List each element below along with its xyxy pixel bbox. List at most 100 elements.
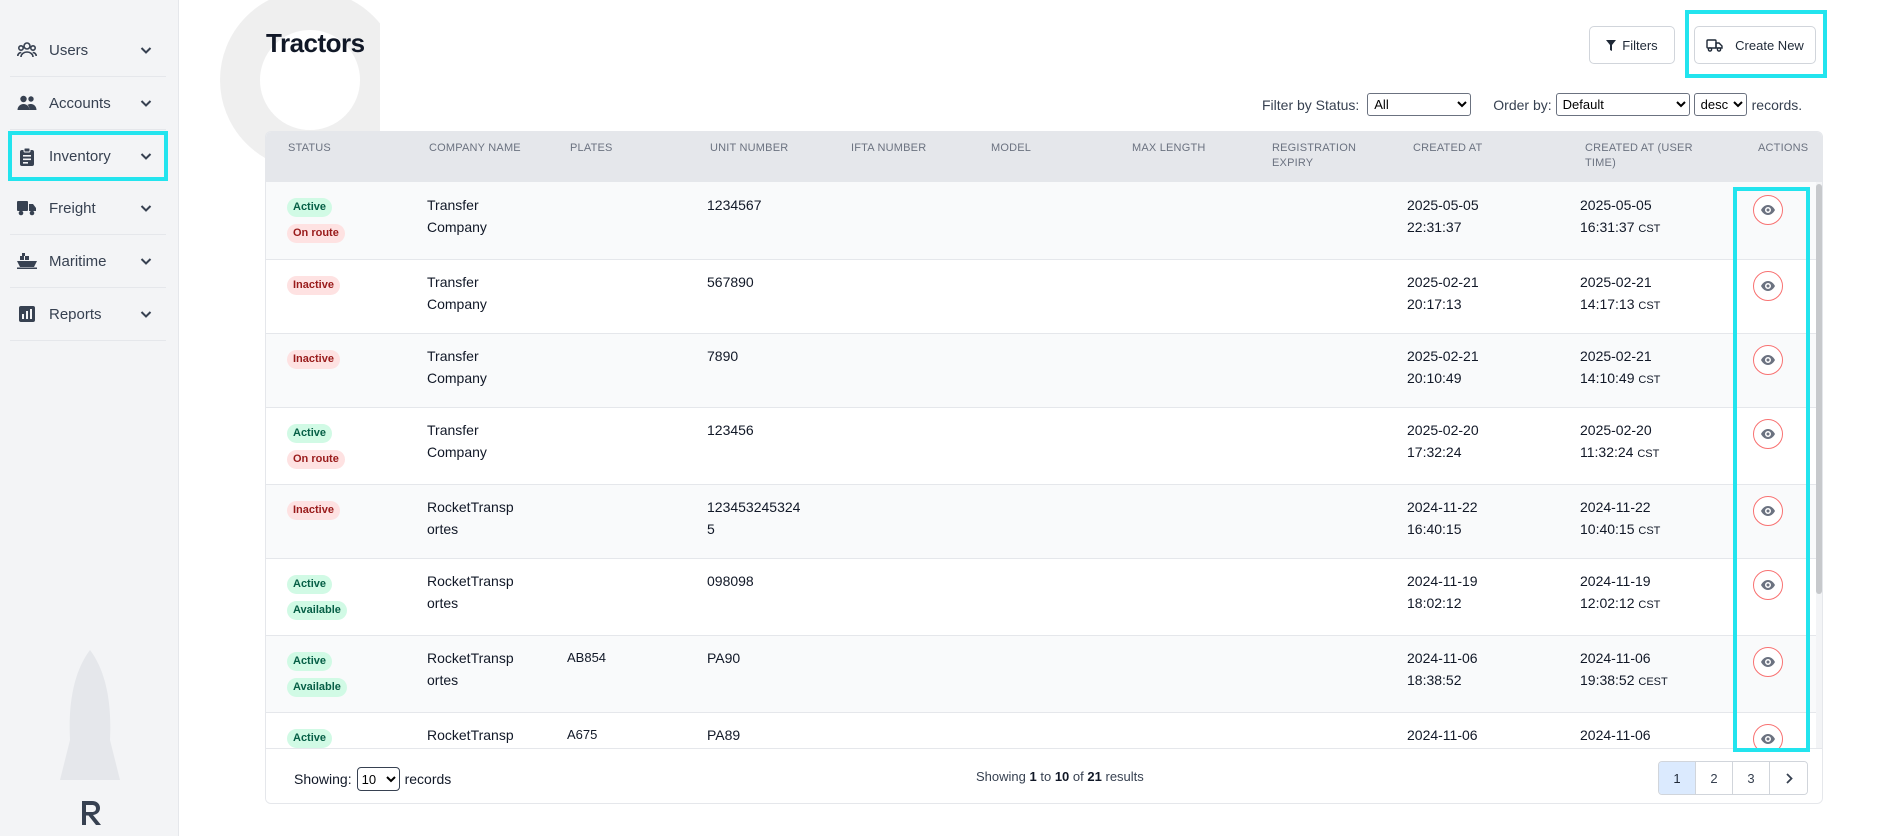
eye-icon xyxy=(1761,281,1775,291)
column-header-max-length: MAX LENGTH xyxy=(1132,142,1206,154)
view-button[interactable] xyxy=(1753,496,1783,526)
column-header-registration-expiry: REGISTRATION EXPIRY xyxy=(1272,142,1357,169)
status-badges: Inactive xyxy=(287,350,340,376)
chevron-down-icon xyxy=(140,311,152,318)
view-button[interactable] xyxy=(1753,419,1783,449)
table-row: Active On route Transfer Company 123456 … xyxy=(266,408,1822,485)
eye-icon xyxy=(1761,429,1775,439)
table-footer: Showing: 10 records Showing 1 to 10 of 2… xyxy=(266,748,1822,803)
sidebar-item-freight[interactable]: Freight xyxy=(10,182,166,235)
ship-icon xyxy=(17,251,37,271)
plates-cell: A675 xyxy=(567,727,598,742)
page-size-select[interactable]: 10 xyxy=(356,767,400,791)
status-badge: On route xyxy=(287,224,345,243)
table-row: Inactive RocketTransportes 1234532453245… xyxy=(266,485,1822,559)
status-badges: Active Available xyxy=(287,652,347,704)
page-button-3[interactable]: 3 xyxy=(1733,762,1770,794)
status-badge: Active xyxy=(287,198,333,217)
status-badge: Active xyxy=(287,652,333,671)
view-button[interactable] xyxy=(1753,345,1783,375)
created-at-cell: 2025-02-20 17:32:24 xyxy=(1407,422,1479,460)
created-at-cell: 2024-11-06 18:38:52 xyxy=(1407,650,1478,688)
tractors-table: STATUS COMPANY NAME PLATES UNIT NUMBER I… xyxy=(265,131,1823,804)
clipboard-icon xyxy=(17,146,37,166)
company-name-cell: Transfer Company xyxy=(427,274,487,312)
status-badge: Inactive xyxy=(287,350,340,369)
unit-number-cell: PA89 xyxy=(707,727,741,743)
sidebar-item-label: Accounts xyxy=(49,94,111,112)
sidebar-item-accounts[interactable]: Accounts xyxy=(10,77,166,130)
company-name-cell: Transfer Company xyxy=(427,348,487,386)
view-button[interactable] xyxy=(1753,724,1783,748)
eye-icon xyxy=(1761,506,1775,516)
order-direction-select[interactable]: desc xyxy=(1693,93,1747,116)
page-button-1[interactable]: 1 xyxy=(1659,762,1696,794)
column-header-created-at-user-time: CREATED AT (USER TIME) xyxy=(1585,142,1693,169)
view-button[interactable] xyxy=(1753,195,1783,225)
chart-icon xyxy=(17,304,37,324)
status-filter-select[interactable]: All xyxy=(1367,93,1472,116)
order-by-select[interactable]: Default xyxy=(1555,93,1690,116)
unit-number-cell: 567890 xyxy=(707,274,754,290)
status-filter-label: Filter by Status: xyxy=(1262,96,1360,113)
created-at-cell: 2024-11-06 xyxy=(1407,727,1478,743)
created-at-user-time-cell: 2025-05-05 16:31:37 CST xyxy=(1580,197,1661,235)
status-badge: Active xyxy=(287,575,333,594)
status-badges: Active On route xyxy=(287,198,345,250)
created-at-user-time-cell: 2024-11-06 xyxy=(1580,727,1651,743)
people-icon xyxy=(17,93,37,113)
sidebar: Users Accounts Inventory Freight Maritim… xyxy=(0,0,179,836)
chevron-down-icon xyxy=(140,258,152,265)
company-name-cell: Transfer Company xyxy=(427,422,487,460)
unit-number-cell: 123456 xyxy=(707,422,754,438)
status-badge: Active xyxy=(287,424,333,443)
truck-icon xyxy=(17,198,37,218)
sidebar-item-label: Inventory xyxy=(49,147,111,165)
page-size-control: Showing: 10 records xyxy=(294,767,451,791)
status-badge: Inactive xyxy=(287,501,340,520)
unit-number-cell: 1234532453245 xyxy=(707,499,801,537)
status-badges: Inactive xyxy=(287,276,340,302)
column-header-actions: ACTIONS xyxy=(1758,142,1809,154)
column-header-created-at: CREATED AT xyxy=(1413,142,1483,154)
created-at-user-time-cell: 2025-02-20 11:32:24 CST xyxy=(1580,422,1660,460)
created-at-cell: 2024-11-19 18:02:12 xyxy=(1407,573,1478,611)
sidebar-nav: Users Accounts Inventory Freight Maritim… xyxy=(8,24,168,341)
view-button[interactable] xyxy=(1753,570,1783,600)
status-badges: Inactive xyxy=(287,501,340,527)
created-at-user-time-cell: 2024-11-22 10:40:15 CST xyxy=(1580,499,1661,537)
table-row: Active On route Transfer Company 1234567… xyxy=(266,182,1822,260)
chevron-down-icon xyxy=(140,153,152,160)
sidebar-item-inventory[interactable]: Inventory xyxy=(8,131,168,181)
unit-number-cell: 1234567 xyxy=(707,197,762,213)
view-button[interactable] xyxy=(1753,647,1783,677)
sidebar-item-maritime[interactable]: Maritime xyxy=(10,235,166,288)
company-name-cell: Transfer Company xyxy=(427,197,487,235)
unit-number-cell: PA90 xyxy=(707,650,741,666)
company-name-cell: RocketTransportes xyxy=(427,499,514,537)
records-label: records xyxy=(404,771,452,787)
order-by-label: Order by: xyxy=(1493,96,1552,113)
chevron-down-icon xyxy=(140,205,152,212)
plates-cell: AB854 xyxy=(567,650,607,665)
table-row: Active Available RocketTransportes AB854… xyxy=(266,636,1822,713)
sidebar-item-label: Freight xyxy=(49,199,96,217)
status-badge: On route xyxy=(287,450,345,469)
status-badges: Active xyxy=(287,729,333,748)
page-button-2[interactable]: 2 xyxy=(1696,762,1733,794)
sidebar-item-reports[interactable]: Reports xyxy=(10,288,166,341)
rocket-watermark-icon xyxy=(60,650,120,780)
table-scrollbar-thumb[interactable] xyxy=(1816,184,1822,594)
next-page-button[interactable] xyxy=(1770,762,1807,794)
filter-bar: Filter by Status: All Order by: Default … xyxy=(1262,93,1802,116)
view-button[interactable] xyxy=(1753,271,1783,301)
status-badges: Active On route xyxy=(287,424,345,476)
sidebar-item-users[interactable]: Users xyxy=(10,24,166,77)
sidebar-item-label: Maritime xyxy=(49,252,107,270)
created-at-cell: 2024-11-22 16:40:15 xyxy=(1407,499,1478,537)
company-name-cell: RocketTransportes xyxy=(427,650,514,688)
records-suffix: records. xyxy=(1751,96,1803,113)
filters-button[interactable]: Filters xyxy=(1589,26,1675,64)
status-badge: Active xyxy=(287,729,333,748)
results-summary: Showing 1 to 10 of 21 results xyxy=(976,769,1144,784)
